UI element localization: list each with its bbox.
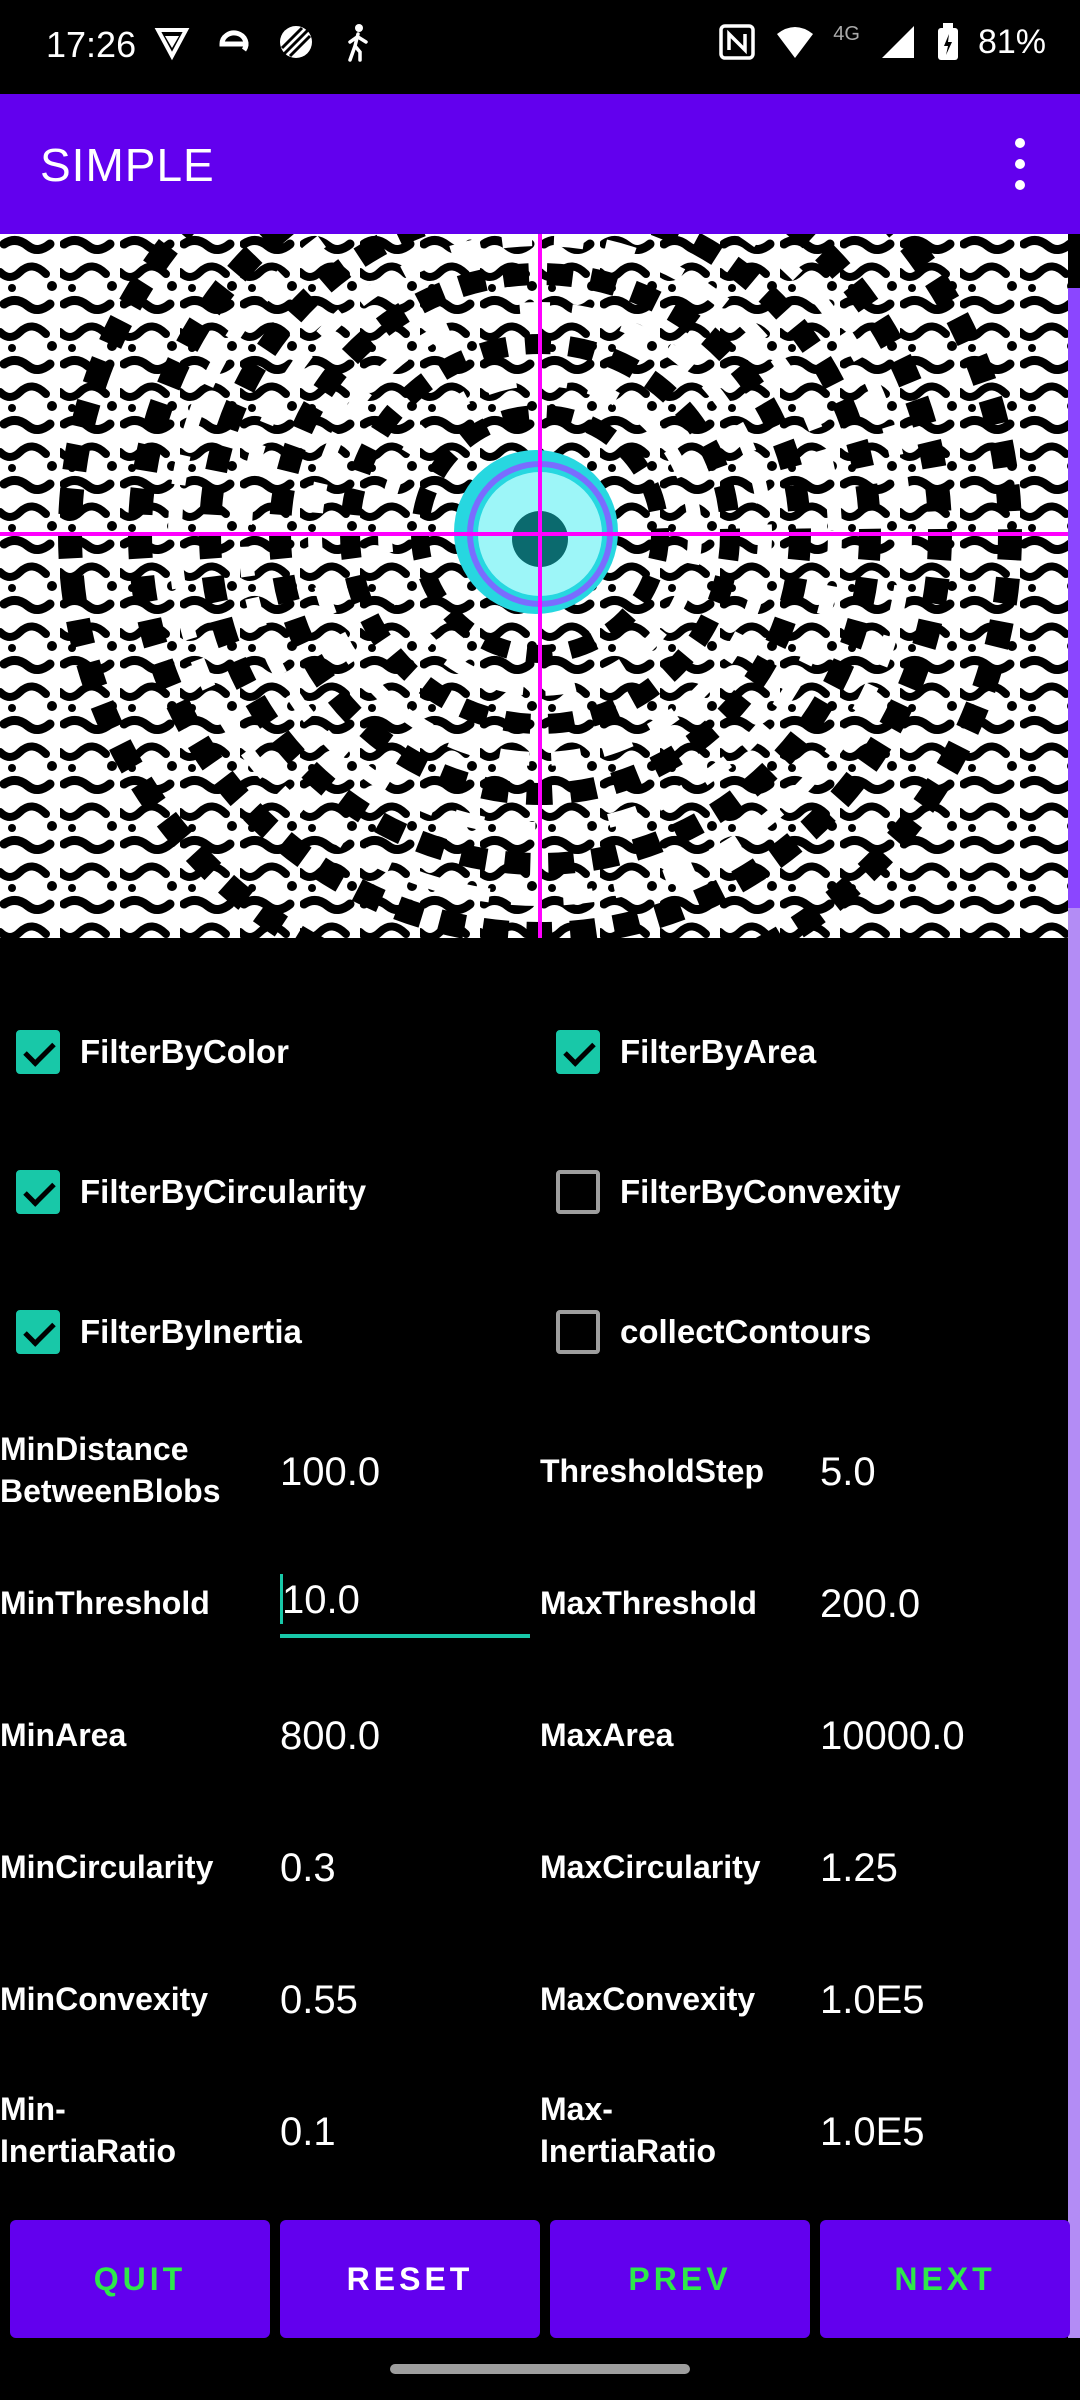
max-area-label: MaxArea [540, 1717, 674, 1753]
scrollbar-thumb[interactable] [1068, 288, 1080, 908]
min-distance-label-line2: BetweenBlobs [0, 1473, 221, 1509]
min-threshold-value: 10.0 [282, 1578, 360, 1622]
gesture-nav-handle[interactable] [390, 2364, 690, 2374]
checkbox-box[interactable] [16, 1170, 60, 1214]
min-threshold-input[interactable]: 10.0 [280, 1570, 530, 1638]
min-threshold-label: MinThreshold [0, 1585, 210, 1621]
checkbox-filter-by-circularity[interactable]: FilterByCircularity [16, 1170, 366, 1214]
preview-canvas [0, 234, 1068, 938]
wifi-icon [777, 27, 814, 58]
checkbox-label: FilterByConvexity [620, 1173, 901, 1210]
max-inertia-label-line1: Max- [540, 2091, 613, 2127]
checkbox-label: collectContours [620, 1313, 872, 1350]
checkbox-filter-by-inertia[interactable]: FilterByInertia [16, 1310, 302, 1354]
status-time: 17:26 [46, 24, 137, 65]
checkbox-filter-by-convexity[interactable]: FilterByConvexity [556, 1170, 901, 1214]
checkbox-filter-by-area[interactable]: FilterByArea [556, 1030, 816, 1074]
min-convexity-label: MinConvexity [0, 1981, 209, 2017]
max-inertia-label-line2: InertiaRatio [540, 2133, 717, 2169]
battery-percent: 81% [977, 22, 1046, 61]
checkbox-box[interactable] [16, 1310, 60, 1354]
max-convexity-label: MaxConvexity [540, 1981, 756, 2017]
battery-icon [937, 23, 958, 60]
checkbox-label: FilterByCircularity [80, 1173, 367, 1210]
min-area-label: MinArea [0, 1717, 127, 1753]
checkbox-label: FilterByInertia [80, 1313, 302, 1350]
status-bar: 17:26 4G 81% [0, 0, 1080, 94]
reset-button[interactable]: RESET [280, 2220, 540, 2338]
status-icons-right: 4G 81% [717, 22, 1046, 62]
threshold-step-input[interactable]: 5.0 [820, 1448, 876, 1496]
min-distance-label-line1: MinDistance [0, 1431, 189, 1467]
signal-icon [881, 26, 914, 58]
max-convexity-input[interactable]: 1.0E5 [820, 1976, 925, 2024]
min-circularity-label: MinCircularity [0, 1849, 214, 1885]
max-area-input[interactable]: 10000.0 [820, 1712, 965, 1760]
min-distance-label: MinDistance BetweenBlobs [0, 1428, 220, 1512]
checkbox-label: FilterByArea [620, 1033, 817, 1070]
accessibility-walk-icon [348, 24, 368, 62]
prev-button[interactable]: PREV [550, 2220, 810, 2338]
no-disturb-icon [280, 26, 312, 58]
min-distance-input[interactable]: 100.0 [280, 1448, 380, 1496]
nfc-icon [719, 24, 755, 60]
checkbox-label: FilterByColor [80, 1033, 290, 1070]
checkbox-box[interactable] [556, 1030, 600, 1074]
min-inertia-label-line1: Min- [0, 2091, 66, 2127]
min-inertia-label: Min- InertiaRatio [0, 2088, 176, 2172]
max-circularity-label: MaxCircularity [540, 1849, 761, 1885]
checkbox-filter-by-color[interactable]: FilterByColor [16, 1030, 289, 1074]
checkbox-box[interactable] [16, 1030, 60, 1074]
blob-preview-image [0, 234, 1068, 938]
checkbox-box[interactable] [556, 1170, 600, 1214]
e-icon [219, 30, 249, 52]
min-circularity-input[interactable]: 0.3 [280, 1844, 336, 1892]
threshold-step-label: ThresholdStep [540, 1453, 765, 1489]
min-convexity-input[interactable]: 0.55 [280, 1976, 358, 2024]
max-threshold-input[interactable]: 200.0 [820, 1580, 920, 1628]
vpn-shield-icon [154, 28, 190, 61]
checkbox-box[interactable] [556, 1310, 600, 1354]
min-inertia-label-line2: InertiaRatio [0, 2133, 177, 2169]
network-type-label: 4G [833, 22, 860, 45]
quit-button[interactable]: QUIT [10, 2220, 270, 2338]
more-vert-icon[interactable] [990, 134, 1050, 194]
checkbox-collect-contours[interactable]: collectContours [556, 1310, 871, 1354]
app-bar: SIMPLE [0, 94, 1080, 234]
status-icons-left [152, 22, 378, 62]
min-inertia-input[interactable]: 0.1 [280, 2108, 336, 2156]
app-title: SIMPLE [40, 139, 215, 191]
next-button[interactable]: NEXT [820, 2220, 1070, 2338]
max-inertia-input[interactable]: 1.0E5 [820, 2108, 925, 2156]
max-inertia-label: Max- InertiaRatio [540, 2088, 716, 2172]
max-circularity-input[interactable]: 1.25 [820, 1844, 898, 1892]
min-area-input[interactable]: 800.0 [280, 1712, 380, 1760]
max-threshold-label: MaxThreshold [540, 1585, 757, 1621]
